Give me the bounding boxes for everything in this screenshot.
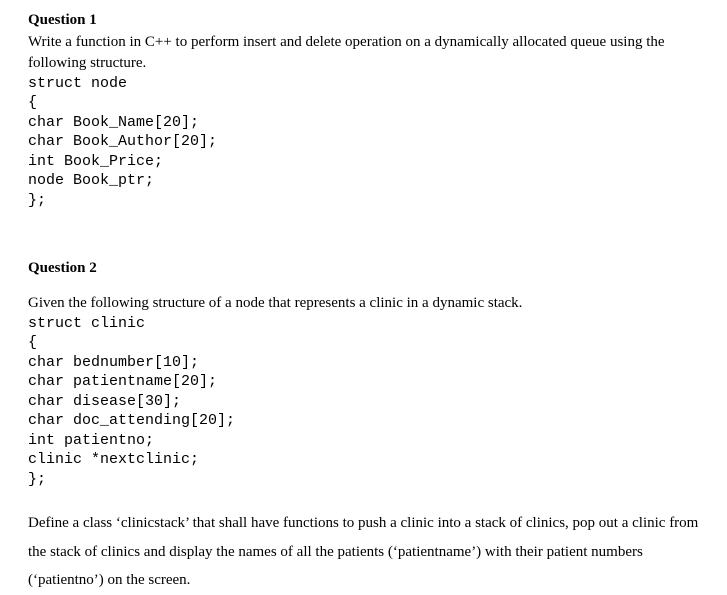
- question-1-heading: Question 1: [28, 10, 699, 30]
- question-2-code: struct clinic { char bednumber[10]; char…: [28, 314, 699, 490]
- question-2-intro: Given the following structure of a node …: [28, 293, 699, 313]
- question-2-closing: Define a class ‘clinicstack’ that shall …: [28, 509, 699, 595]
- question-2-heading: Question 2: [28, 258, 699, 278]
- question-1-intro: Write a function in C++ to perform inser…: [28, 32, 699, 73]
- section-gap: [28, 230, 699, 258]
- question-1-code: struct node { char Book_Name[20]; char B…: [28, 74, 699, 211]
